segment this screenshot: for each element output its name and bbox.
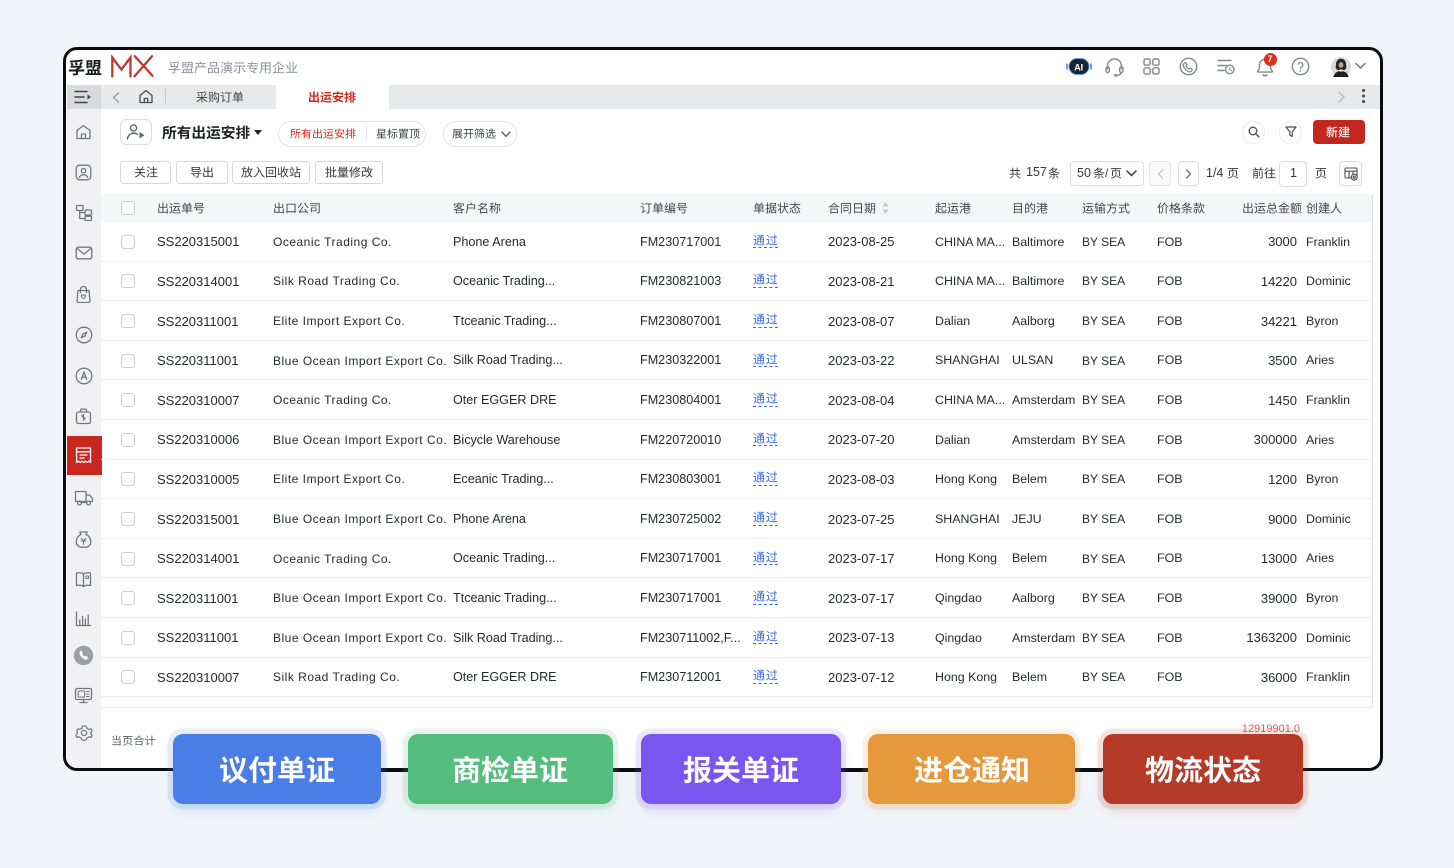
svg-text:AI: AI bbox=[1074, 62, 1083, 72]
